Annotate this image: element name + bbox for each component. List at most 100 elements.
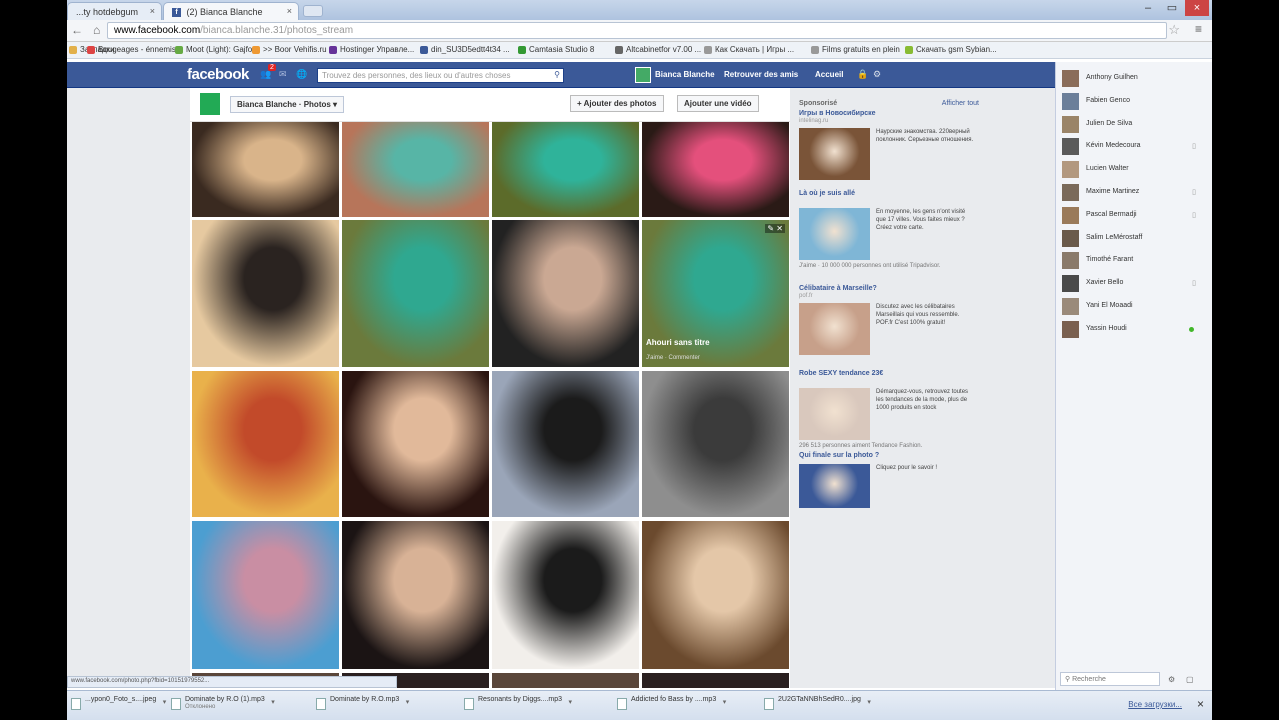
add-video-button[interactable]: Ajouter une vidéo [677,95,759,112]
settings-icon[interactable]: ⚙ [1168,675,1175,684]
photo-thumbnail[interactable] [492,220,639,367]
download-item[interactable]: Dominate by R.O.mp3 ▾ [316,696,409,716]
photo-thumbnail[interactable] [642,371,789,517]
bookmark-item[interactable]: Bougeages - énnemis... [87,45,183,54]
photo-thumbnail[interactable] [342,371,489,517]
bookmark-item[interactable]: Hostinger Управле... [329,45,414,54]
bookmark-item[interactable]: Как Скачать | Игры ... [704,45,794,54]
chat-friend[interactable]: Maxime Martinez ▯ [1060,182,1210,202]
photo-thumbnail[interactable] [492,122,639,217]
close-icon[interactable]: × [287,6,292,16]
photo-thumbnail[interactable] [192,122,339,217]
sponsored-ad[interactable]: Qui finale sur la photo ? Cliquez pour le… [799,452,979,532]
photo-thumbnail[interactable] [342,220,489,367]
all-downloads-link[interactable]: Все загрузки... [1128,700,1182,709]
chat-friend[interactable]: Julien De Silva [1060,114,1210,134]
ad-image[interactable] [799,128,870,180]
bookmark-star-icon[interactable]: ☆ [1168,22,1180,38]
chat-friend[interactable]: Pascal Bermadji ▯ [1060,205,1210,225]
minimize-icon[interactable]: – [1137,0,1159,16]
chat-friend[interactable]: Salim LeMérostaff [1060,228,1210,248]
photo-actions[interactable]: J'aime · Commenter [646,355,700,361]
photo-thumbnail[interactable] [192,371,339,517]
menu-icon[interactable]: ≡ [1195,22,1202,36]
add-photos-button[interactable]: + Ajouter des photos [570,95,664,112]
chat-friend[interactable]: Kévin Medecoura ▯ [1060,136,1210,156]
ad-title[interactable]: Là où je suis allé [799,190,979,197]
notifications-icon[interactable]: 🌐 [296,69,307,79]
chevron-down-icon[interactable]: ▾ [271,698,275,706]
bookmark-item[interactable]: Camtasia Studio 8 [518,45,594,54]
home-link[interactable]: Accueil [815,70,843,79]
ad-title[interactable]: Игры в Новосибирске [799,110,979,117]
chat-search-input[interactable]: ⚲ Recherche [1060,672,1160,686]
profile-link[interactable]: Bianca Blanche [655,70,715,79]
photo-thumbnail[interactable] [492,521,639,669]
bookmark-item[interactable]: Скачать gsm Sybian... [905,45,997,54]
bookmark-item[interactable]: Altcabinetfor v7.00 ... [615,45,701,54]
ad-title[interactable]: Qui finale sur la photo ? [799,452,979,459]
album-breadcrumb[interactable]: Bianca Blanche · Photos ▾ [230,96,345,113]
back-icon[interactable]: ← [71,23,83,37]
avatar[interactable] [200,93,220,115]
photo-thumbnail[interactable] [492,371,639,517]
window-close-icon[interactable]: × [1185,0,1209,16]
bookmark-item[interactable]: Films gratuits en plein [811,45,900,54]
photo-thumbnail[interactable] [342,521,489,669]
chevron-down-icon[interactable]: ▾ [569,698,573,706]
new-tab-button[interactable] [303,5,323,17]
chat-friend[interactable]: Timothé Farant [1060,250,1210,270]
ad-title[interactable]: Robe SEXY tendance 23€ [799,370,979,377]
chat-friend[interactable]: Yani El Moaadi [1060,296,1210,316]
chevron-down-icon[interactable]: ▾ [723,698,727,706]
facebook-logo[interactable]: facebook [187,66,249,83]
photo-thumbnail[interactable]: ✎ ✕ Ahouri sans titre J'aime · Commenter [642,220,789,367]
expand-icon[interactable]: ▢ [1186,675,1194,684]
ad-image[interactable] [799,388,870,440]
privacy-shortcuts-icon[interactable]: 🔒 [857,69,868,80]
photo-thumbnail[interactable] [192,220,339,367]
chevron-down-icon[interactable]: ▾ [867,698,871,706]
bookmark-item[interactable]: Moot (Light): Gajfor [175,45,255,54]
maximize-icon[interactable]: ▭ [1161,0,1183,16]
sponsored-ad[interactable]: Robe SEXY tendance 23€ Démarquez-vous, re… [799,370,979,450]
chat-friend[interactable]: Yassin Houdi [1060,319,1210,339]
ad-image[interactable] [799,303,870,355]
gear-icon[interactable]: ⚙ [873,69,881,80]
close-icon[interactable]: × [150,6,155,16]
edit-icon[interactable]: ✎ ✕ [765,224,785,233]
sponsored-ad[interactable]: Игры в Новосибирске intelinag.ru Наурские … [799,110,979,190]
home-icon[interactable]: ⌂ [93,23,100,37]
sponsored-ad[interactable]: Célibataire à Marseille? pof.fr Discutez a… [799,285,979,365]
photo-thumbnail[interactable] [342,122,489,217]
tab-previous[interactable]: ...ty hotdebgum × [67,2,162,20]
avatar[interactable] [635,67,651,83]
chat-friend[interactable]: Xavier Bello ▯ [1060,273,1210,293]
download-item[interactable]: ...ypon0_Foto_s....jpeg ▾ [71,696,166,716]
photo-thumbnail[interactable] [642,673,789,688]
facebook-search-input[interactable]: Trouvez des personnes, des lieux ou d'au… [317,68,564,83]
chat-friend[interactable]: Anthony Guilhen [1060,68,1210,88]
download-item[interactable]: Addicted fo Bass by ....mp3 ▾ [617,696,726,716]
download-item[interactable]: Dominate by R.O (1).mp3 Отклонено ▾ [171,696,275,716]
ad-image[interactable] [799,464,870,508]
chevron-down-icon[interactable]: ▾ [406,698,410,706]
tab-facebook[interactable]: f (2) Bianca Blanche × [163,2,299,20]
see-all-link[interactable]: Afficher tout [942,100,979,107]
photo-thumbnail[interactable] [192,521,339,669]
close-icon[interactable]: × [1197,697,1204,711]
sponsored-ad[interactable]: Là où je suis allé En moyenne, les gens n… [799,190,979,270]
download-item[interactable]: Resonants by Diggs....mp3 ▾ [464,696,572,716]
search-icon[interactable]: ⚲ [554,70,560,79]
find-friends-link[interactable]: Retrouver des amis [724,70,798,79]
ad-image[interactable] [799,208,870,260]
photo-thumbnail[interactable] [642,122,789,217]
ad-title[interactable]: Célibataire à Marseille? [799,285,979,292]
download-item[interactable]: 2U2GTaNNBhSedR0....jpg ▾ [764,696,871,716]
messages-icon[interactable]: ✉ [279,69,289,79]
chat-friend[interactable]: Fabien Genco [1060,91,1210,111]
bookmark-item[interactable]: >> Boor Vehifis.ru ... [252,45,335,54]
bookmark-item[interactable]: din_SU3D5edtt4t34 ... [420,45,510,54]
chat-friend[interactable]: Lucien Walter [1060,159,1210,179]
address-bar[interactable]: www.facebook.com/bianca.blanche.31/photo… [107,22,1167,39]
